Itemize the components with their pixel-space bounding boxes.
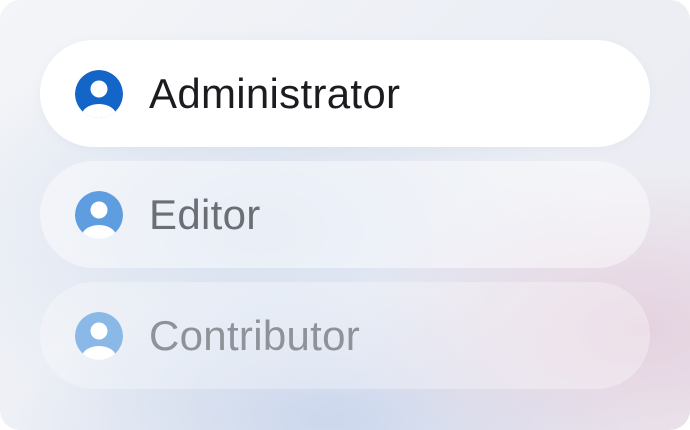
role-list: Administrator Editor Contributor [40,40,650,389]
user-avatar-icon [75,311,123,360]
role-selector-panel: Administrator Editor Contributor [0,0,690,430]
role-option-administrator[interactable]: Administrator [40,40,650,147]
role-option-editor[interactable]: Editor [40,161,650,268]
role-option-contributor[interactable]: Contributor [40,282,650,389]
user-avatar-icon [75,69,123,118]
user-avatar-icon [75,190,123,239]
role-label-editor: Editor [149,190,261,238]
role-label-administrator: Administrator [149,69,401,117]
role-label-contributor: Contributor [149,311,361,359]
